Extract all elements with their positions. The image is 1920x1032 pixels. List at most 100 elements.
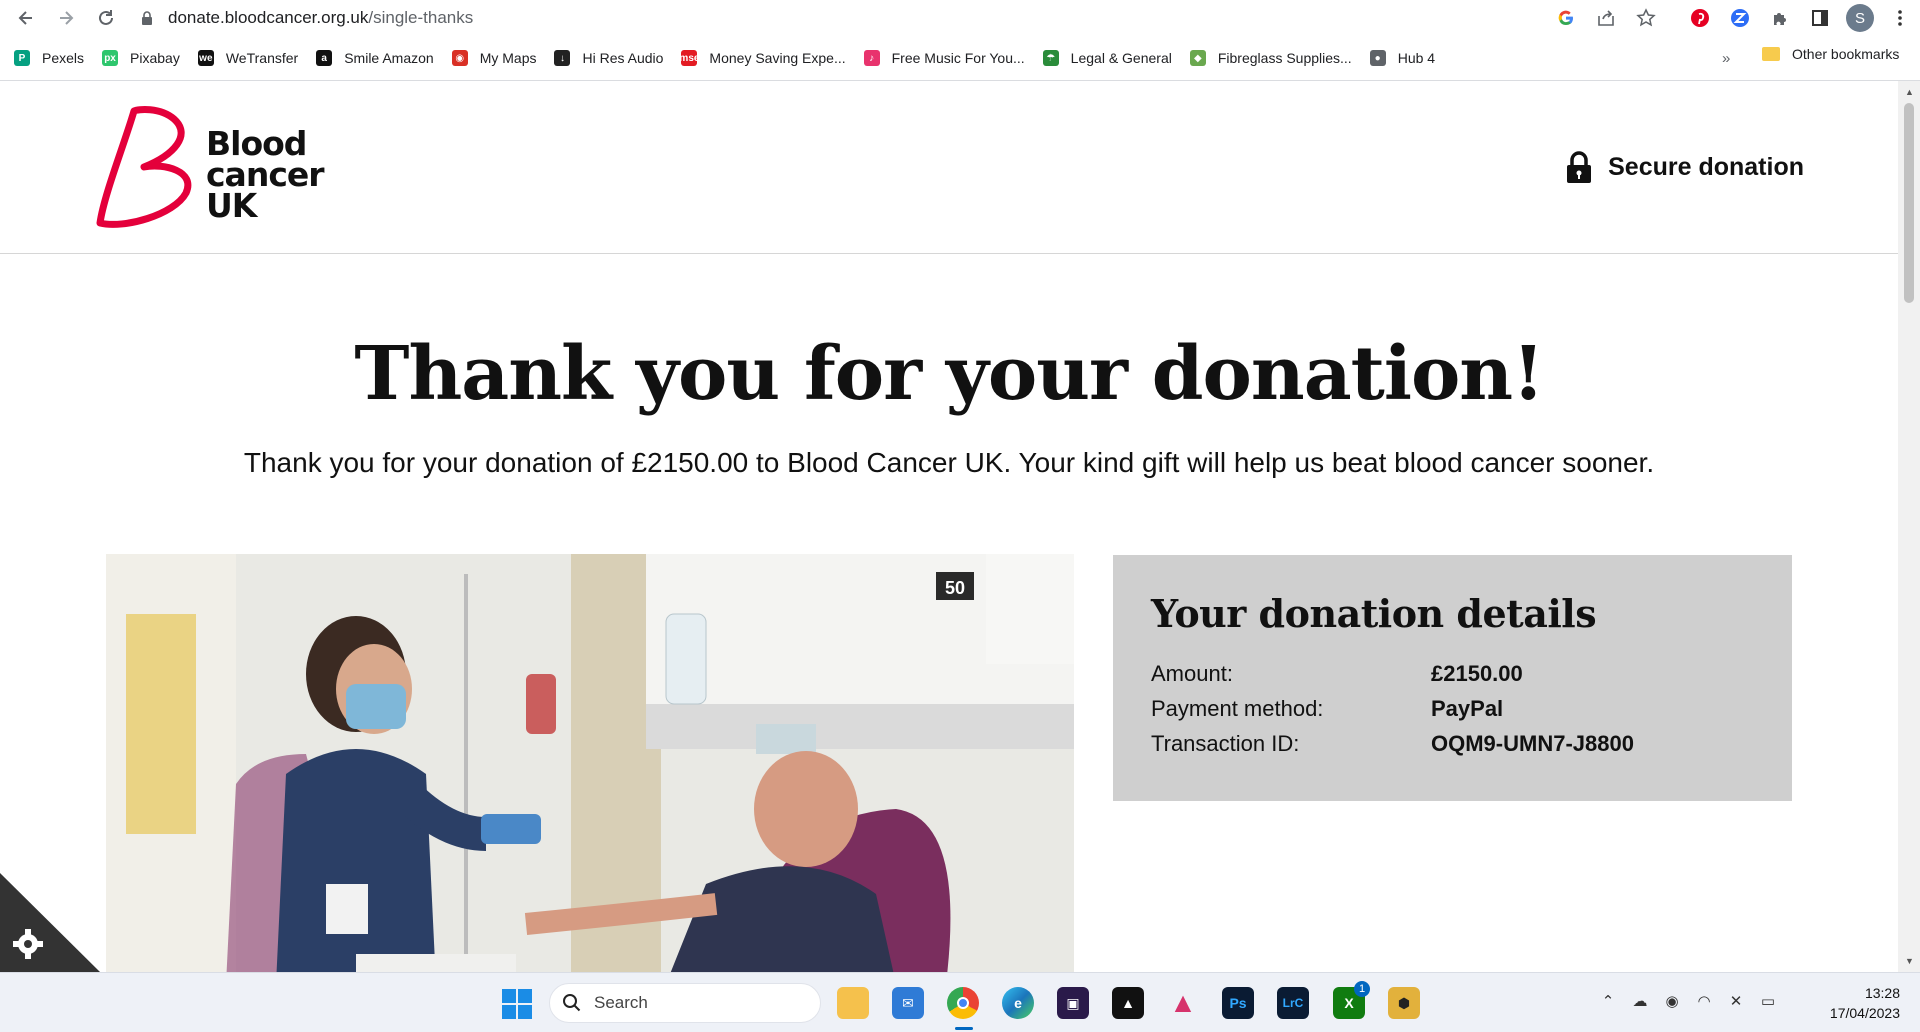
site-header: Blood cancer UK Secure donation — [0, 81, 1898, 254]
bookmark-label: Money Saving Expe... — [709, 50, 846, 66]
bookmarks-bar: P Pexels px Pixabay we WeTransfer a Smile Amazo… — [0, 42, 1920, 74]
wifi-icon[interactable]: ◠ — [1694, 991, 1714, 1011]
scroll-thumb[interactable] — [1904, 103, 1914, 303]
bookmark-item[interactable]: ● Hub 4 — [1369, 50, 1435, 66]
extensions-button[interactable] — [1760, 0, 1800, 36]
bookmark-label: My Maps — [479, 50, 537, 66]
bookmark-item[interactable]: ♪ Free Music For You... — [863, 50, 1025, 66]
thank-you-message: Thank you for your donation of £2150.00 … — [243, 447, 1655, 478]
file-explorer-icon[interactable] — [837, 987, 869, 1019]
premiere-elements-icon[interactable]: ▣ — [1057, 987, 1089, 1019]
detail-row-transaction-id: Transaction ID: OQM9-UMN7-J8800 — [1151, 726, 1754, 761]
back-button[interactable] — [8, 0, 44, 36]
clock-date: 17/04/2023 — [1829, 1005, 1900, 1021]
bookmark-label: Fibreglass Supplies... — [1217, 50, 1352, 66]
bookmark-label: WeTransfer — [225, 50, 299, 66]
hospital-photo: 50 — [106, 554, 1074, 972]
url-path: /single-thanks — [368, 8, 474, 27]
star-icon — [1636, 8, 1656, 27]
pinterest-extension[interactable] — [1680, 0, 1720, 36]
bookmark-item[interactable]: ◆ Fibreglass Supplies... — [1189, 50, 1352, 66]
system-clock[interactable]: 13:28 17/04/2023 — [1810, 983, 1900, 1023]
logo-wordmark: Blood cancer UK — [206, 127, 325, 222]
edge-icon[interactable]: e — [1002, 987, 1034, 1019]
web-page: Blood cancer UK Secure donation Thank yo… — [0, 81, 1898, 972]
onedrive-icon[interactable]: ☁ — [1630, 991, 1650, 1011]
bookmark-item[interactable]: mse Money Saving Expe... — [679, 50, 846, 66]
affinity-designer-icon[interactable]: ▲ — [1112, 987, 1144, 1019]
share-button[interactable] — [1586, 0, 1626, 36]
clock-time: 13:28 — [1864, 985, 1900, 1001]
profile-avatar: S — [1846, 4, 1874, 32]
detail-row-amount: Amount: £2150.00 — [1151, 656, 1754, 691]
bookmark-item[interactable]: px Pixabay — [102, 50, 180, 66]
kebab-menu-icon — [1898, 10, 1902, 26]
blood-cancer-uk-logo[interactable]: Blood cancer UK — [94, 105, 344, 229]
steam-icon[interactable]: ◉ — [1662, 991, 1682, 1011]
windows-taskbar: Search ✉ e ▣ ▲ ▲ Ps LrC X 1 ⬢ ⌃ ☁ ◉ ◠ ✕ … — [0, 972, 1920, 1032]
secure-donation-label: Secure donation — [1608, 152, 1804, 181]
thank-you-headline: Thank you for your donation! — [354, 331, 1544, 417]
puzzle-icon — [1774, 13, 1786, 25]
google-icon — [1558, 10, 1573, 26]
side-panel-icon — [1812, 10, 1828, 26]
scroll-up-arrow-icon[interactable]: ▲ — [1905, 87, 1914, 97]
security-shield-icon[interactable]: ⬢ — [1388, 987, 1420, 1019]
side-panel-button[interactable] — [1800, 0, 1840, 36]
bookmark-label: Free Music For You... — [891, 50, 1025, 66]
reload-button[interactable] — [88, 0, 124, 36]
speaker-muted-icon[interactable]: ✕ — [1726, 991, 1746, 1011]
url-host: donate.bloodcancer.org.uk — [168, 8, 369, 27]
windows-start-icon[interactable] — [502, 989, 532, 1019]
photoshop-icon[interactable]: Ps — [1222, 987, 1254, 1019]
bookmark-item[interactable]: ↓ Hi Res Audio — [554, 50, 663, 66]
browser-toolbar: donate.bloodcancer.org.uk/single-thanks … — [0, 0, 1920, 36]
cookie-corner-shape — [0, 873, 100, 972]
bookmark-item[interactable]: ☂ Legal & General — [1042, 50, 1172, 66]
detail-row-payment-method: Payment method: PayPal — [1151, 691, 1754, 726]
chrome-menu-button[interactable] — [1880, 0, 1920, 36]
amount-value: £2150.00 — [1431, 661, 1523, 686]
bookmark-label: Pexels — [42, 50, 85, 66]
bookmark-favicon-icon: ● — [1369, 50, 1386, 66]
taskbar-search[interactable]: Search — [549, 983, 821, 1023]
chrome-icon[interactable] — [947, 987, 979, 1019]
amount-label: Amount: — [1151, 661, 1233, 686]
xbox-notification-badge: 1 — [1354, 981, 1370, 997]
zoom-extension-icon — [1731, 9, 1749, 27]
cookie-settings-button[interactable] — [0, 873, 100, 973]
bookmark-favicon-icon: ☂ — [1042, 50, 1059, 66]
chrome-active-indicator — [955, 1027, 973, 1030]
payment-method-label: Payment method: — [1151, 696, 1324, 721]
padlock-icon — [1567, 151, 1592, 183]
page-scrollbar[interactable]: ▲ ▼ — [1898, 81, 1920, 972]
bookmark-item[interactable]: we WeTransfer — [197, 50, 299, 66]
bed-number-sign: 50 — [945, 578, 965, 598]
bookmark-item[interactable]: ◉ My Maps — [451, 50, 537, 66]
address-bar[interactable]: donate.bloodcancer.org.uk/single-thanks — [140, 2, 1540, 34]
lightroom-classic-icon[interactable]: LrC — [1277, 987, 1309, 1019]
forward-button[interactable] — [48, 0, 84, 36]
zoom-extension[interactable] — [1720, 0, 1760, 36]
more-bookmarks-button[interactable]: » — [1722, 50, 1730, 67]
bookmark-favicon-icon: mse — [679, 50, 699, 66]
bookmark-favicon-icon: ♪ — [863, 50, 880, 66]
google-lens-button[interactable] — [1546, 0, 1586, 36]
bookmark-item[interactable]: a Smile Amazon — [316, 50, 434, 66]
other-bookmarks-folder[interactable]: Other bookmarks — [1762, 46, 1899, 62]
scroll-down-arrow-icon[interactable]: ▼ — [1905, 956, 1914, 966]
mail-icon[interactable]: ✉ — [892, 987, 924, 1019]
battery-icon[interactable]: ▭ — [1758, 991, 1778, 1011]
bookmark-label: Hi Res Audio — [582, 50, 664, 66]
bookmark-item[interactable]: P Pexels — [14, 50, 84, 66]
bookmark-label: Legal & General — [1070, 50, 1172, 66]
affinity-photo-icon[interactable]: ▲ — [1167, 987, 1199, 1019]
pinterest-icon — [1691, 9, 1709, 27]
bookmark-favicon-icon: a — [316, 50, 333, 66]
bookmark-favicon-icon: px — [102, 50, 119, 66]
transaction-id-value: OQM9-UMN7-J8800 — [1431, 731, 1634, 756]
b-swirl-logo-icon — [96, 105, 192, 228]
profile-button[interactable]: S — [1840, 0, 1880, 36]
bookmark-star-button[interactable] — [1626, 0, 1666, 36]
chevron-up-icon[interactable]: ⌃ — [1598, 991, 1618, 1011]
